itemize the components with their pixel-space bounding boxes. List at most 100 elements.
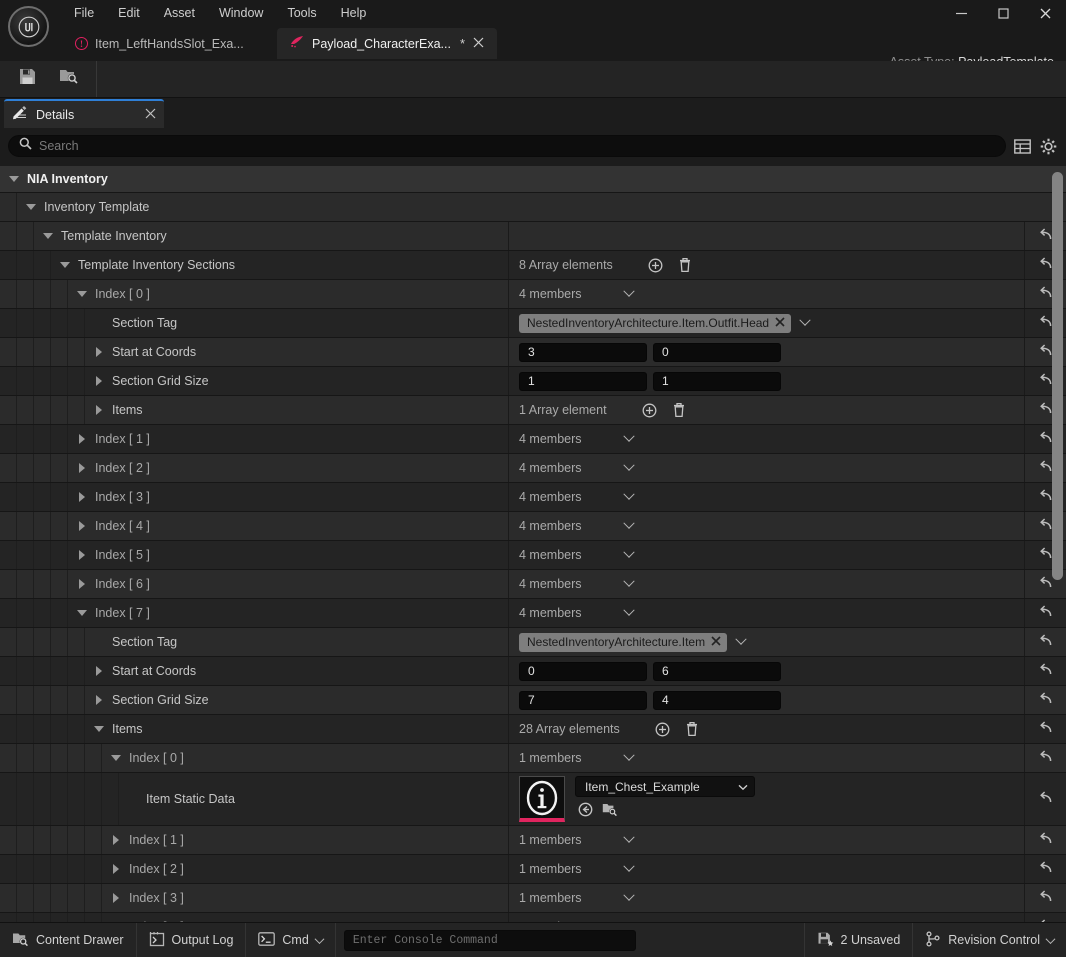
expand-arrow-down-icon[interactable]: [6, 171, 22, 187]
console-command-input[interactable]: Enter Console Command: [344, 930, 636, 951]
reset-to-default-cell[interactable]: [1024, 715, 1066, 743]
property-row[interactable]: Items28 Array elements: [0, 715, 1066, 744]
tab-details[interactable]: Details: [4, 99, 164, 128]
reset-to-default-icon[interactable]: [1038, 860, 1053, 879]
unreal-engine-logo-icon[interactable]: [8, 6, 49, 47]
output-log-button[interactable]: Output Log: [137, 923, 247, 957]
chevron-down-icon[interactable]: [618, 459, 640, 477]
expand-arrow-right-icon[interactable]: [108, 832, 124, 848]
reset-to-default-cell[interactable]: [1024, 913, 1066, 922]
gameplay-tag-pill[interactable]: NestedInventoryArchitecture.Item.Outfit.…: [519, 314, 791, 333]
revision-control-button[interactable]: Revision Control: [912, 923, 1066, 957]
reset-to-default-cell[interactable]: [1024, 773, 1066, 825]
vector-x-input[interactable]: 3: [519, 343, 647, 362]
chevron-down-icon[interactable]: [618, 488, 640, 506]
menu-item-window[interactable]: Window: [207, 2, 275, 24]
property-row[interactable]: Section TagNestedInventoryArchitecture.I…: [0, 628, 1066, 657]
menu-item-help[interactable]: Help: [329, 2, 379, 24]
property-row[interactable]: Index [ 5 ]4 members: [0, 541, 1066, 570]
expand-arrow-right-icon[interactable]: [74, 489, 90, 505]
asset-thumbnail-info-icon[interactable]: [519, 776, 565, 822]
property-row[interactable]: Index [ 6 ]4 members: [0, 570, 1066, 599]
add-element-icon[interactable]: [646, 256, 665, 275]
minimize-icon[interactable]: [940, 0, 982, 26]
expand-arrow-right-icon[interactable]: [74, 460, 90, 476]
chevron-down-icon[interactable]: [618, 517, 640, 535]
chevron-down-icon[interactable]: [618, 860, 640, 878]
property-row[interactable]: Index [ 0 ]1 members: [0, 744, 1066, 773]
property-row[interactable]: Section Grid Size11: [0, 367, 1066, 396]
chevron-down-icon[interactable]: [618, 546, 640, 564]
reset-to-default-icon[interactable]: [1038, 720, 1053, 739]
property-row[interactable]: Index [ 2 ]4 members: [0, 454, 1066, 483]
reset-to-default-icon[interactable]: [1038, 488, 1053, 507]
reset-to-default-icon[interactable]: [1038, 604, 1053, 623]
expand-arrow-down-icon[interactable]: [23, 199, 39, 215]
property-row[interactable]: Template Inventory: [0, 222, 1066, 251]
reset-to-default-cell[interactable]: [1024, 686, 1066, 714]
reset-to-default-cell[interactable]: [1024, 657, 1066, 685]
menu-item-edit[interactable]: Edit: [106, 2, 152, 24]
reset-to-default-icon[interactable]: [1038, 343, 1053, 362]
property-row[interactable]: Inventory Template: [0, 193, 1066, 222]
search-input[interactable]: Search: [8, 135, 1006, 157]
property-row[interactable]: Index [ 1 ]4 members: [0, 425, 1066, 454]
reset-to-default-icon[interactable]: [1038, 285, 1053, 304]
tag-dropdown-chevron-icon[interactable]: [731, 633, 751, 651]
vector-y-input[interactable]: 6: [653, 662, 781, 681]
property-row[interactable]: Index [ 7 ]4 members: [0, 599, 1066, 628]
cmd-button[interactable]: Cmd: [246, 923, 335, 957]
reset-to-default-cell[interactable]: [1024, 744, 1066, 772]
expand-arrow-down-icon[interactable]: [57, 257, 73, 273]
expand-arrow-right-icon[interactable]: [74, 576, 90, 592]
add-element-icon[interactable]: [640, 401, 659, 420]
chevron-down-icon[interactable]: [618, 430, 640, 448]
property-row[interactable]: Index [ 1 ]1 members: [0, 826, 1066, 855]
expand-arrow-right-icon[interactable]: [108, 861, 124, 877]
tab-close-icon[interactable]: [473, 37, 484, 50]
use-selected-asset-icon[interactable]: [578, 802, 593, 822]
property-row[interactable]: Template Inventory Sections8 Array eleme…: [0, 251, 1066, 280]
details-property-tree[interactable]: NIA InventoryInventory TemplateTemplate …: [0, 166, 1066, 922]
delete-all-elements-icon[interactable]: [683, 720, 702, 739]
browse-to-asset-button[interactable]: [50, 63, 88, 95]
property-row[interactable]: NIA Inventory: [0, 166, 1066, 193]
reset-to-default-cell[interactable]: [1024, 855, 1066, 883]
expand-arrow-down-icon[interactable]: [91, 721, 107, 737]
property-row[interactable]: Section TagNestedInventoryArchitecture.I…: [0, 309, 1066, 338]
property-row[interactable]: Index [ 4 ]4 members: [0, 512, 1066, 541]
view-options-gear-icon[interactable]: [1038, 135, 1058, 157]
reset-to-default-icon[interactable]: [1038, 517, 1053, 536]
unsaved-assets-button[interactable]: 2 Unsaved: [804, 923, 913, 957]
reset-to-default-icon[interactable]: [1038, 662, 1053, 681]
reset-to-default-icon[interactable]: [1038, 459, 1053, 478]
property-row[interactable]: Start at Coords30: [0, 338, 1066, 367]
vector-y-input[interactable]: 4: [653, 691, 781, 710]
panel-close-icon[interactable]: [145, 108, 156, 122]
property-row[interactable]: Index [ 2 ]1 members: [0, 855, 1066, 884]
reset-to-default-icon[interactable]: [1038, 575, 1053, 594]
reset-to-default-icon[interactable]: [1038, 372, 1053, 391]
chevron-down-icon[interactable]: [618, 889, 640, 907]
chevron-down-icon[interactable]: [618, 831, 640, 849]
reset-to-default-icon[interactable]: [1038, 401, 1053, 420]
reset-to-default-icon[interactable]: [1038, 889, 1053, 908]
expand-arrow-down-icon[interactable]: [40, 228, 56, 244]
asset-dropdown[interactable]: Item_Chest_Example: [575, 776, 755, 797]
reset-to-default-icon[interactable]: [1038, 633, 1053, 652]
clear-tag-icon[interactable]: [775, 316, 785, 330]
vector-y-input[interactable]: 0: [653, 343, 781, 362]
property-row[interactable]: Index [ 4 ]1 members: [0, 913, 1066, 922]
clear-tag-icon[interactable]: [711, 635, 721, 649]
reset-to-default-icon[interactable]: [1038, 430, 1053, 449]
expand-arrow-right-icon[interactable]: [91, 402, 107, 418]
maximize-icon[interactable]: [982, 0, 1024, 26]
chevron-down-icon[interactable]: [618, 604, 640, 622]
chevron-down-icon[interactable]: [738, 780, 748, 794]
menu-item-asset[interactable]: Asset: [152, 2, 207, 24]
reset-to-default-icon[interactable]: [1038, 749, 1053, 768]
expand-arrow-right-icon[interactable]: [74, 547, 90, 563]
expand-arrow-right-icon[interactable]: [91, 692, 107, 708]
tag-dropdown-chevron-icon[interactable]: [795, 314, 815, 332]
gameplay-tag-pill[interactable]: NestedInventoryArchitecture.Item: [519, 633, 727, 652]
